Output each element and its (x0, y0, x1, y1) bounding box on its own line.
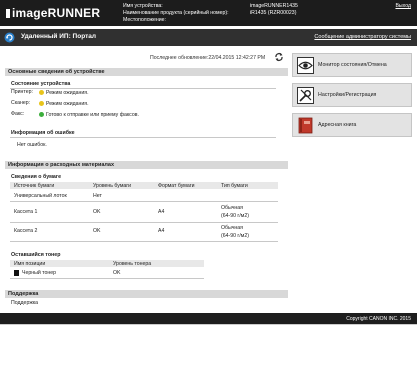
top-header: imageRUNNER Имя устройства: imageRUNNER14… (0, 0, 417, 26)
divider (10, 201, 278, 202)
consumables-section-title: Информация о расходных материалах (5, 161, 288, 169)
error-text: Нет ошибок. (17, 142, 47, 148)
device-name-label: Имя устройства: (123, 3, 163, 9)
portal-bar: Удаленный ИП: Портал Сообщение администр… (0, 29, 417, 46)
divider (10, 278, 204, 279)
paper-info-title: Сведения о бумаге (11, 174, 62, 180)
admin-message-link[interactable]: Сообщение администратору системы (314, 34, 411, 40)
paper-type-weight: (64-90 г/м2) (221, 213, 249, 219)
paper-col-source: Источник бумаги (14, 183, 55, 189)
paper-type: Обычная (221, 225, 243, 231)
address-book-button[interactable]: Адресная книга (292, 113, 412, 137)
divider (10, 88, 276, 89)
portal-title: Удаленный ИП: Портал (21, 33, 97, 40)
scanner-status-text: Режим ожидания. (46, 101, 89, 107)
toner-col-level: Уровень тонера (113, 261, 152, 267)
printer-status-dot (39, 90, 44, 95)
footer-bar: Copyright CANON INC. 2015 (0, 313, 417, 324)
toner-col-name: Имя позиции (14, 261, 46, 267)
paper-type: Обычная (221, 205, 243, 211)
support-section-title: Поддержка (5, 290, 288, 298)
settings-tools-icon (297, 87, 314, 104)
copyright-text: Copyright CANON INC. 2015 (346, 316, 411, 322)
paper-type-weight: (64-90 г/м2) (221, 233, 249, 239)
divider (0, 324, 417, 325)
toner-title: Оставшийся тонер (11, 252, 61, 258)
printer-status-text: Режим ожидания. (46, 90, 89, 96)
settings-registration-button[interactable]: Настройки/Регистрация (292, 83, 412, 107)
scanner-status-dot (39, 101, 44, 106)
fax-status-text: Готово к отправке или приему факсов. (46, 112, 139, 118)
status-monitor-label: Монитор состояния/Отмена (318, 62, 387, 68)
table-row: Универсальный лоток (14, 193, 67, 199)
paper-level: OK (93, 209, 101, 215)
printer-label: Принтер: (11, 89, 33, 95)
settings-registration-label: Настройки/Регистрация (318, 92, 377, 98)
product-name-value: iR1435 (RZR00023) (250, 10, 297, 16)
fax-label: Факс: (11, 111, 25, 117)
error-info-title: Информация об ошибке (11, 130, 75, 136)
address-book-label: Адресная книга (318, 122, 357, 128)
imagerunner-logo: imageRUNNER (6, 6, 100, 20)
table-row: Кассета 1 (14, 209, 38, 215)
product-name-label: Наименование продукта (серийный номер): (123, 10, 229, 16)
portal-icon (4, 32, 15, 43)
status-monitor-button[interactable]: Монитор состояния/Отмена (292, 53, 412, 77)
toner-level: OK (113, 270, 121, 276)
paper-format: A4 (158, 228, 165, 234)
paper-col-level: Уровень бумаги (93, 183, 132, 189)
refresh-icon[interactable] (274, 52, 284, 62)
device-status-title: Состояние устройства (11, 81, 71, 87)
divider (10, 241, 278, 242)
location-label: Местоположение: (123, 17, 166, 23)
fax-status-dot (39, 112, 44, 117)
table-row: Черный тонер (22, 270, 56, 276)
divider (10, 137, 276, 138)
device-name-value: imageRUNNER1435 (250, 3, 298, 9)
device-info-section-title: Основные сведения об устройстве (5, 68, 288, 76)
paper-format: A4 (158, 209, 165, 215)
last-updated-text: Последнее обновление:22/04.2015 12:42:27… (150, 55, 266, 61)
black-toner-swatch (14, 270, 19, 276)
scanner-label: Сканер: (11, 100, 31, 106)
device-info-block: Имя устройства: imageRUNNER1435 Наименова… (123, 3, 298, 24)
divider (10, 222, 278, 223)
paper-col-type: Тип бумаги (221, 183, 248, 189)
eye-monitor-icon (297, 57, 314, 74)
address-book-icon (298, 117, 313, 134)
paper-level: OK (93, 228, 101, 234)
logout-link[interactable]: Выход (395, 3, 411, 9)
support-text: Поддержка (11, 300, 39, 306)
paper-level: Нет (93, 193, 102, 199)
paper-col-format: Формат бумаги (158, 183, 195, 189)
table-row: Кассета 2 (14, 228, 38, 234)
